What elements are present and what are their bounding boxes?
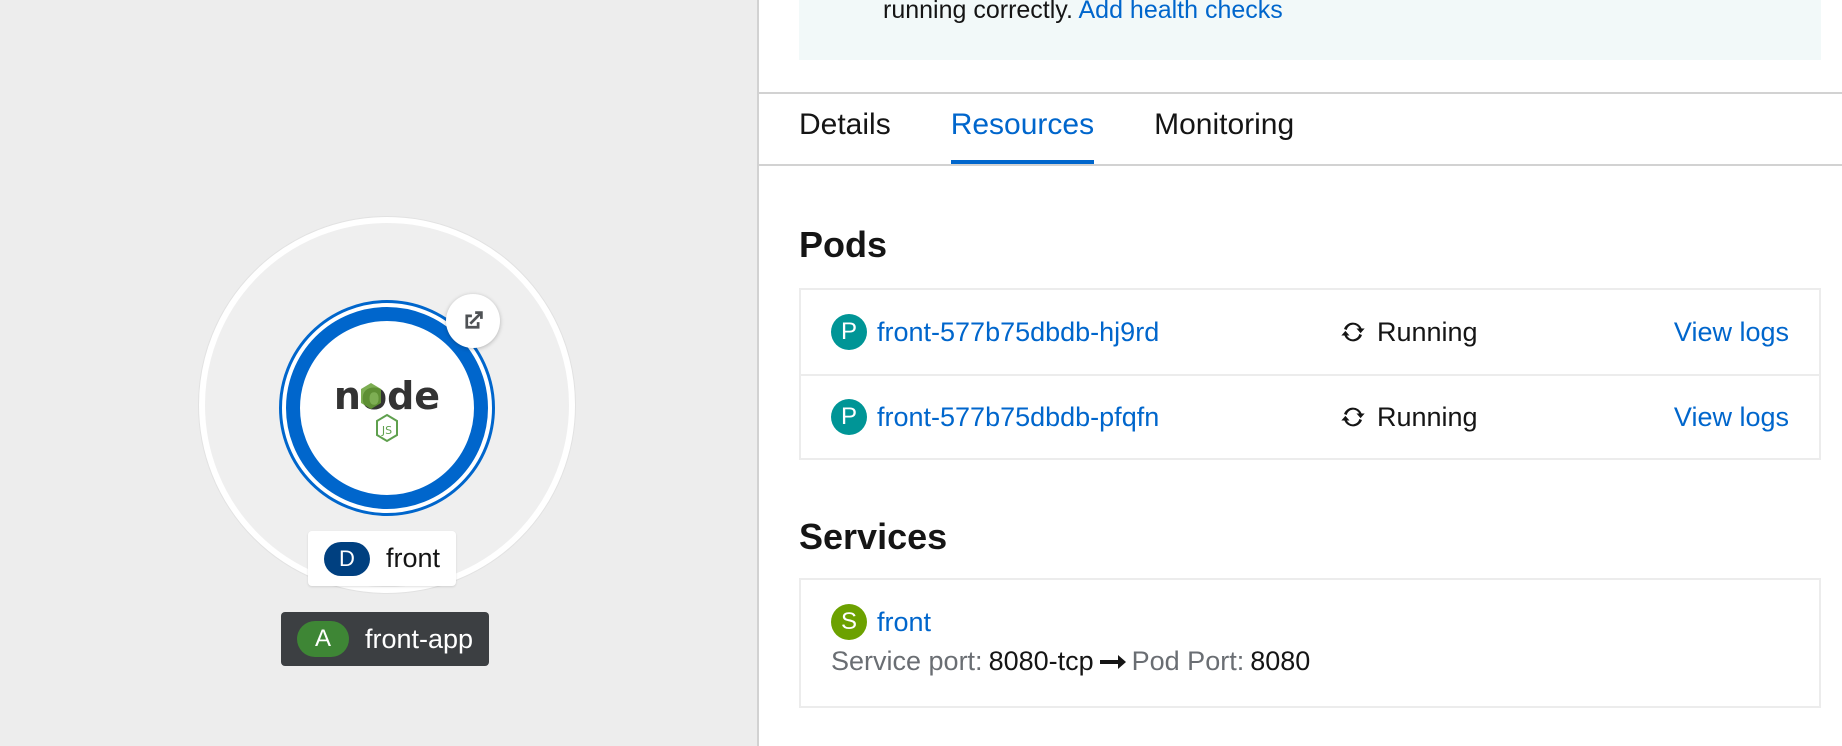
node-name: front	[386, 543, 441, 573]
node-label[interactable]: D front	[308, 531, 457, 586]
pod-status: Running	[1339, 402, 1478, 433]
health-check-alert: running correctly. Add health checks	[799, 0, 1821, 60]
arrow-right-icon	[1099, 654, 1126, 669]
services-list: S front Service port: 8080-tcp Pod Port:…	[799, 578, 1821, 708]
svg-text:node: node	[334, 374, 440, 418]
service-port-value: 8080-tcp	[988, 646, 1094, 676]
view-logs-link[interactable]: View logs	[1674, 402, 1789, 433]
nodejs-logo-icon: node JS	[334, 374, 440, 443]
sync-icon	[1341, 322, 1365, 342]
pod-link[interactable]: front-577b75dbdb-hj9rd	[877, 317, 1159, 348]
svg-text:JS: JS	[381, 424, 392, 437]
service-row: S front Service port: 8080-tcp Pod Port:…	[801, 580, 1819, 706]
service-port-label: Service port:	[831, 646, 983, 676]
pod-link[interactable]: front-577b75dbdb-pfqfn	[877, 402, 1159, 433]
application-name: front-app	[365, 623, 474, 654]
tab-resources[interactable]: Resources	[950, 94, 1095, 164]
pod-status-text: Running	[1377, 316, 1478, 347]
service-link[interactable]: front	[877, 607, 931, 638]
pod-port-value: 8080	[1250, 646, 1311, 676]
pod-row: P front-577b75dbdb-hj9rd Running View lo…	[801, 290, 1819, 374]
sync-icon	[1341, 407, 1365, 427]
add-health-checks-link[interactable]: Add health checks	[1078, 0, 1282, 24]
external-link-icon	[465, 311, 483, 329]
tab-details[interactable]: Details	[799, 94, 891, 164]
service-badge: S	[831, 604, 867, 640]
pod-port-label: Pod Port:	[1131, 646, 1245, 676]
topology-canvas[interactable]: node JS D front A front-app	[0, 0, 757, 746]
application-label[interactable]: A front-app	[281, 612, 490, 666]
open-url-decorator[interactable]	[446, 294, 500, 348]
deployment-badge: D	[324, 541, 370, 576]
panel-tabs: Details Resources Monitoring	[799, 94, 1354, 164]
side-panel: running correctly. Add health checks Det…	[757, 0, 1842, 746]
services-heading: Services	[799, 516, 948, 557]
alert-message: running correctly. Add health checks	[883, 0, 1283, 25]
pod-status-text: Running	[1377, 401, 1478, 432]
pods-list: P front-577b75dbdb-hj9rd Running View lo…	[799, 288, 1821, 460]
pod-badge: P	[831, 314, 867, 350]
pods-heading: Pods	[799, 224, 888, 265]
tab-monitoring[interactable]: Monitoring	[1154, 94, 1294, 164]
pod-row: P front-577b75dbdb-pfqfn Running View lo…	[801, 374, 1819, 458]
service-port-mapping: Service port: 8080-tcp Pod Port: 8080	[831, 646, 1789, 677]
application-badge: A	[297, 621, 349, 657]
service-name-line: S front	[831, 602, 1789, 642]
view-logs-link[interactable]: View logs	[1674, 317, 1789, 348]
pod-badge: P	[831, 399, 867, 435]
pod-status: Running	[1339, 317, 1478, 348]
tabs-divider-bottom	[759, 164, 1842, 166]
